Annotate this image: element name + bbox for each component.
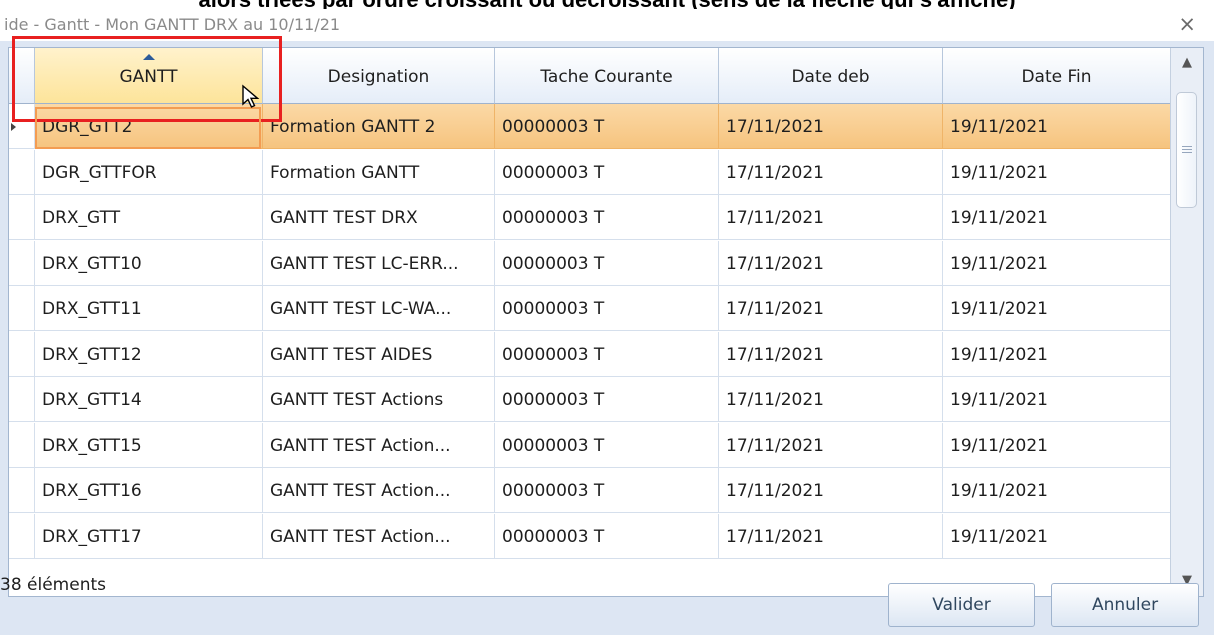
column-header-gantt[interactable]: GANTT <box>35 48 263 104</box>
table-row[interactable]: DRX_GTT10 GANTT TEST LC-ERR... 00000003 T1… <box>9 240 1171 286</box>
cell-date-fin[interactable]: 19/11/2021 <box>943 468 1171 513</box>
cell-date-deb[interactable]: 17/11/2021 <box>719 422 943 468</box>
cell-date-deb[interactable]: 17/11/2021 <box>719 468 943 513</box>
cell-designation[interactable]: GANTT TEST Action... <box>263 468 495 513</box>
cell-date-fin[interactable]: 19/11/2021 <box>943 377 1171 422</box>
dialog-titlebar: ide - Gantt - Mon GANTT DRX au 10/11/21 … <box>0 9 1214 41</box>
row-indicator <box>9 377 35 422</box>
cell-date-fin[interactable]: 19/11/2021 <box>943 513 1171 559</box>
table-row[interactable]: DRX_GTT17 GANTT TEST Action... 00000003 T1… <box>9 513 1171 559</box>
scroll-up-button[interactable]: ▲ <box>1171 48 1203 78</box>
cell-gantt[interactable]: DGR_GTT2 <box>35 104 263 149</box>
cell-date-deb[interactable]: 17/11/2021 <box>719 331 943 377</box>
table-row[interactable]: DGR_GTT2 Formation GANTT 2 00000003 T 17/11… <box>9 104 1171 149</box>
cell-gantt[interactable]: DGR_GTTFOR <box>35 149 263 195</box>
table-row[interactable]: DRX_GTT15 GANTT TEST Action... 00000003 T1… <box>9 422 1171 468</box>
cell-tache[interactable]: 00000003 T <box>495 468 719 513</box>
row-indicator <box>9 286 35 331</box>
cell-date-fin[interactable]: 19/11/2021 <box>943 422 1171 468</box>
cell-date-deb[interactable]: 17/11/2021 <box>719 240 943 286</box>
column-header-designation[interactable]: Designation <box>263 48 495 104</box>
row-indicator <box>9 468 35 513</box>
cell-gantt[interactable]: DRX_GTT16 <box>35 468 263 513</box>
column-header-date-fin[interactable]: Date Fin <box>943 48 1171 104</box>
row-indicator <box>9 195 35 240</box>
table-row[interactable]: DRX_GTT12 GANTT TEST AIDES 00000003 T 17/11… <box>9 331 1171 377</box>
cell-gantt[interactable]: DRX_GTT17 <box>35 513 263 559</box>
cell-date-deb[interactable]: 17/11/2021 <box>719 195 943 240</box>
scroll-thumb[interactable] <box>1176 92 1197 208</box>
row-indicator <box>9 422 35 468</box>
cell-tache[interactable]: 00000003 T <box>495 331 719 377</box>
cell-tache[interactable]: 00000003 T <box>495 513 719 559</box>
cell-tache[interactable]: 00000003 T <box>495 104 719 149</box>
validate-button[interactable]: Valider <box>888 583 1035 627</box>
cell-gantt[interactable]: DRX_GTT10 <box>35 240 263 286</box>
row-indicator <box>9 513 35 559</box>
cell-date-fin[interactable]: 19/11/2021 <box>943 240 1171 286</box>
cell-designation[interactable]: GANTT TEST LC-ERR... <box>263 240 495 286</box>
cell-tache[interactable]: 00000003 T <box>495 377 719 422</box>
cell-gantt[interactable]: DRX_GTT12 <box>35 331 263 377</box>
row-indicator <box>9 331 35 377</box>
table-row[interactable]: DRX_GTT GANTT TEST DRX 00000003 T 17/11/202… <box>9 195 1171 240</box>
cell-gantt[interactable]: DRX_GTT15 <box>35 422 263 468</box>
cell-designation[interactable]: GANTT TEST Action... <box>263 422 495 468</box>
grid-body: DGR_GTT2 Formation GANTT 2 00000003 T 17/11… <box>9 104 1171 596</box>
cell-date-deb[interactable]: 17/11/2021 <box>719 513 943 559</box>
cell-designation[interactable]: Formation GANTT 2 <box>263 104 495 149</box>
scroll-grip-icon <box>1182 146 1192 147</box>
cell-designation[interactable]: Formation GANTT <box>263 149 495 195</box>
row-indicator <box>9 104 35 149</box>
column-header-tache-courante[interactable]: Tache Courante <box>495 48 719 104</box>
cell-date-fin[interactable]: 19/11/2021 <box>943 104 1171 149</box>
cell-designation[interactable]: GANTT TEST DRX <box>263 195 495 240</box>
table-row[interactable]: DRX_GTT11 GANTT TEST LC-WA... 00000003 T 17… <box>9 286 1171 331</box>
cell-date-fin[interactable]: 19/11/2021 <box>943 149 1171 195</box>
row-indicator <box>9 149 35 195</box>
item-count: 38 éléments <box>0 575 106 595</box>
cell-gantt[interactable]: DRX_GTT11 <box>35 286 263 331</box>
cell-date-fin[interactable]: 19/11/2021 <box>943 195 1171 240</box>
cell-gantt[interactable]: DRX_GTT <box>35 195 263 240</box>
cell-tache[interactable]: 00000003 T <box>495 195 719 240</box>
gantt-list-grid: GANTT Designation Tache Courante Date deb Da… <box>8 47 1204 597</box>
dialog-title: ide - Gantt - Mon GANTT DRX au 10/11/21 <box>4 15 341 34</box>
row-header-corner <box>9 48 35 104</box>
cell-date-deb[interactable]: 17/11/2021 <box>719 286 943 331</box>
row-indicator <box>9 240 35 286</box>
cell-designation[interactable]: GANTT TEST AIDES <box>263 331 495 377</box>
cell-designation[interactable]: GANTT TEST Actions <box>263 377 495 422</box>
sort-ascending-icon <box>142 54 155 60</box>
cell-tache[interactable]: 00000003 T <box>495 422 719 468</box>
cell-designation[interactable]: GANTT TEST LC-WA... <box>263 286 495 331</box>
cell-tache[interactable]: 00000003 T <box>495 240 719 286</box>
table-row[interactable]: DRX_GTT16 GANTT TEST Action... 00000003 T1… <box>9 468 1171 513</box>
cell-designation[interactable]: GANTT TEST Action... <box>263 513 495 559</box>
cell-tache[interactable]: 00000003 T <box>495 149 719 195</box>
close-icon[interactable]: × <box>1178 12 1196 36</box>
current-row-icon <box>11 123 16 131</box>
cell-date-fin[interactable]: 19/11/2021 <box>943 331 1171 377</box>
dialog-body: GANTT Designation Tache Courante Date deb Da… <box>0 41 1214 635</box>
cancel-button[interactable]: Annuler <box>1051 583 1199 627</box>
grid-header: GANTT Designation Tache Courante Date deb Da… <box>9 48 1171 104</box>
vertical-scrollbar[interactable]: ▲ ▼ <box>1170 48 1203 596</box>
cell-tache[interactable]: 00000003 T <box>495 286 719 331</box>
table-row[interactable]: DGR_GTTFOR Formation GANTT 00000003 T 17/11… <box>9 149 1171 195</box>
cell-date-deb[interactable]: 17/11/2021 <box>719 149 943 195</box>
table-row[interactable]: DRX_GTT14 GANTT TEST Actions 00000003 T 17/… <box>9 377 1171 422</box>
cell-gantt[interactable]: DRX_GTT14 <box>35 377 263 422</box>
cell-date-fin[interactable]: 19/11/2021 <box>943 286 1171 331</box>
cell-date-deb[interactable]: 17/11/2021 <box>719 377 943 422</box>
column-header-label: GANTT <box>119 67 178 87</box>
column-header-date-deb[interactable]: Date deb <box>719 48 943 104</box>
cell-date-deb[interactable]: 17/11/2021 <box>719 104 943 149</box>
